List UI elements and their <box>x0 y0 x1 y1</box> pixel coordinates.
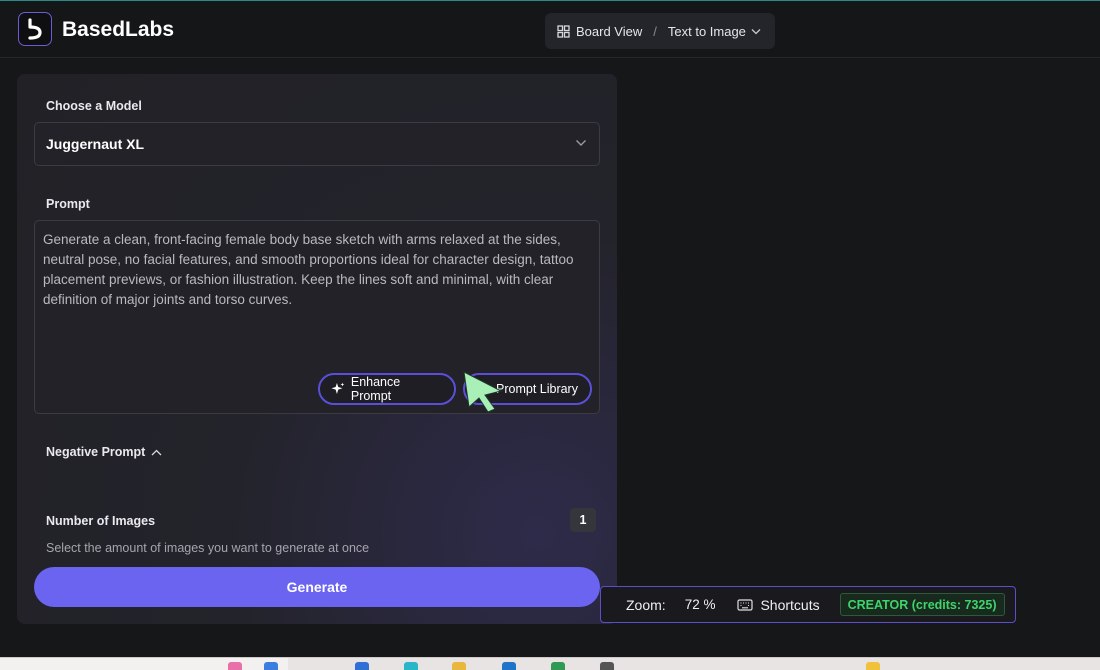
zoom-value[interactable]: 72 % <box>685 597 716 612</box>
number-of-images-help: Select the amount of images you want to … <box>46 541 370 555</box>
grid-icon <box>557 24 570 38</box>
number-of-images-value[interactable]: 1 <box>570 508 596 532</box>
status-bar: Zoom: 72 % Shortcuts CREATOR (credits: 7… <box>600 586 1016 623</box>
chevron-down-icon <box>576 140 586 146</box>
model-label: Choose a Model <box>46 99 142 113</box>
top-bar: BasedLabs Board View / Text to Image <box>0 0 1100 58</box>
negative-prompt-toggle[interactable]: Negative Prompt <box>46 445 162 459</box>
number-of-images-label: Number of Images <box>46 514 156 528</box>
shortcuts-label: Shortcuts <box>760 596 820 613</box>
taskbar-app-icon[interactable] <box>600 662 614 670</box>
taskbar-app-icon[interactable] <box>866 662 880 670</box>
model-select-value: Juggernaut XL <box>46 136 145 152</box>
logo-icon[interactable] <box>18 12 52 46</box>
model-select[interactable]: Juggernaut XL <box>34 122 600 166</box>
enhance-prompt-label: Enhance Prompt <box>350 375 401 403</box>
taskbar-app-icon[interactable] <box>404 662 418 670</box>
taskbar-app-icon[interactable] <box>502 662 516 670</box>
taskbar-app-icon[interactable] <box>355 662 369 670</box>
cursor-arrow-icon <box>463 371 503 413</box>
generate-button[interactable]: Generate <box>34 567 600 607</box>
zoom-label: Zoom: <box>626 596 666 613</box>
os-taskbar <box>0 657 1100 670</box>
enhance-prompt-button[interactable]: Enhance Prompt <box>318 373 456 405</box>
breadcrumb-board-view[interactable]: Board View <box>557 24 642 39</box>
generation-panel: Choose a Model Juggernaut XL Prompt Gene… <box>17 74 617 624</box>
chevron-up-icon <box>151 449 162 455</box>
breadcrumb-separator: / <box>653 23 657 39</box>
prompt-textarea[interactable]: Generate a clean, front-facing female bo… <box>34 220 600 414</box>
taskbar-app-icon[interactable] <box>551 662 565 670</box>
credits-badge[interactable]: CREATOR (credits: 7325) <box>839 593 1005 616</box>
taskbar-app-icon[interactable] <box>452 662 466 670</box>
prompt-label: Prompt <box>46 197 90 211</box>
prompt-library-label: Prompt Library <box>496 382 578 396</box>
breadcrumb-current-dropdown[interactable]: Text to Image <box>668 24 761 39</box>
taskbar-app-icon[interactable] <box>228 662 242 670</box>
sparkle-icon <box>331 382 345 394</box>
chevron-down-icon <box>751 28 761 34</box>
prompt-text[interactable]: Generate a clean, front-facing female bo… <box>43 230 591 310</box>
taskbar-search-area[interactable] <box>0 658 288 670</box>
negative-prompt-label: Negative Prompt <box>46 445 146 459</box>
keyboard-icon <box>737 598 754 611</box>
taskbar-app-icon[interactable] <box>264 662 278 670</box>
brand-name[interactable]: BasedLabs <box>62 18 174 42</box>
breadcrumb-board-view-label: Board View <box>576 23 643 39</box>
breadcrumb-current-label: Text to Image <box>667 23 746 39</box>
breadcrumb: Board View / Text to Image <box>545 13 775 49</box>
shortcuts-button[interactable]: Shortcuts <box>737 596 820 613</box>
